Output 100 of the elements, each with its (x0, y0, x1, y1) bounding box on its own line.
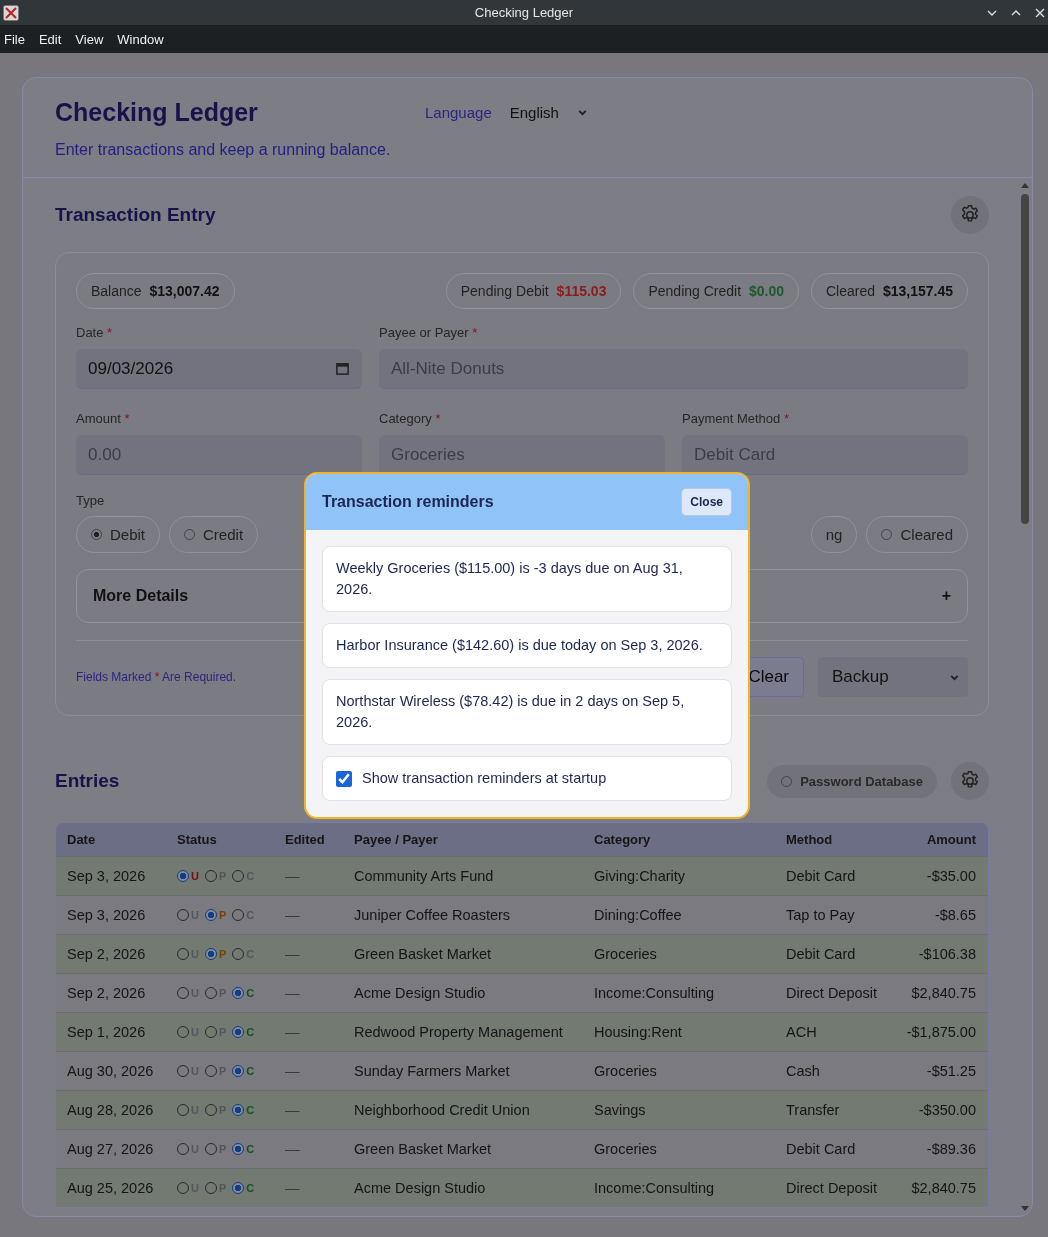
table-cell-text: Sep 2, 2026 (66, 946, 147, 962)
language-label: Language (425, 104, 492, 121)
menu-item[interactable]: Window (117, 31, 164, 47)
table-cell-text: Aug 27, 2026 (66, 1141, 155, 1157)
table-cell-text: Giving:Charity (593, 868, 687, 884)
field-label: Type (76, 493, 105, 508)
window-title: Checking Ledger (474, 5, 574, 20)
table-cell-text: Transfer (785, 1102, 841, 1118)
field-label: Amount * (76, 411, 131, 426)
table-cell-text: Direct Deposit (785, 1180, 879, 1196)
table-cell-text: Acme Design Studio (353, 985, 487, 1001)
close-button[interactable]: Close (681, 488, 732, 516)
arrow-down-icon[interactable] (1021, 1206, 1029, 1212)
table-cell-text: — (284, 907, 301, 923)
table-cell-text: Juniper Coffee Roasters (353, 907, 512, 923)
table-cell-text: Income:Consulting (593, 1180, 716, 1196)
table-cell-text: Acme Design Studio (353, 1180, 487, 1196)
table-cell-text: Redwood Property Management (353, 1024, 564, 1040)
column-header[interactable]: Date (56, 832, 166, 847)
table-cell-text: Debit Card (785, 1141, 857, 1157)
status-radio[interactable] (177, 870, 189, 882)
menu-item[interactable]: File (4, 31, 25, 47)
table-cell-text: Income:Consulting (593, 985, 716, 1001)
status-letter: C (246, 1065, 255, 1077)
radio-option[interactable]: Password Database (767, 764, 937, 798)
menu-item[interactable]: Edit (38, 31, 62, 47)
settings-button[interactable] (951, 762, 989, 800)
input-field[interactable]: Debit Card (682, 435, 968, 475)
table-cell-text: ACH (785, 1024, 818, 1040)
startup-checkbox-row[interactable]: Show transaction reminders at startup (322, 756, 732, 801)
table-cell-text: Sep 2, 2026 (66, 985, 147, 1001)
close-icon[interactable] (1034, 6, 1046, 19)
column-header[interactable]: Edited (274, 832, 343, 847)
status-radio[interactable] (232, 1065, 245, 1077)
page-subtitle: Enter transactions and keep a running balance. (55, 141, 392, 159)
table-cell-text: Sep 1, 2026 (66, 1024, 147, 1040)
table-cell-text: — (284, 1024, 301, 1040)
table-cell-text: Sep 3, 2026 (66, 868, 147, 884)
reminder-message: Harbor Insurance ($142.60) is due today on Sep 3, 2026. (322, 623, 732, 668)
reminder-message: Weekly Groceries ($115.00) is -3 days due on Aug 31, 2026. (322, 546, 732, 612)
table-cell-text: Savings (593, 1102, 647, 1118)
status-radio[interactable] (232, 1143, 245, 1155)
status-letter: U (191, 870, 199, 882)
calendar-icon (335, 361, 350, 376)
status-letter: C (246, 1104, 255, 1116)
arrow-up-icon[interactable] (1021, 182, 1029, 188)
table-cell-text: Neighborhood Credit Union (353, 1102, 531, 1118)
table-cell-text: Dining:Coffee (593, 907, 683, 923)
checkbox[interactable] (336, 770, 352, 787)
status-radio[interactable] (204, 909, 217, 921)
table-cell-text: — (284, 946, 301, 962)
table-cell-text: -$106.38 (917, 946, 977, 962)
table-cell-text: -$89.36 (925, 1141, 977, 1157)
section-title: Transaction Entry (55, 204, 216, 226)
settings-button[interactable] (951, 196, 989, 234)
table-cell-text: Tap to Pay (785, 907, 856, 923)
table-cell-text: — (284, 1180, 301, 1196)
backup-select[interactable]: Backup (818, 657, 968, 697)
language-select[interactable]: English (503, 101, 594, 124)
table-cell-text: Groceries (593, 1063, 658, 1079)
table-cell-text: — (284, 985, 301, 1001)
table-cell-text: — (284, 1102, 301, 1118)
field-label: Category * (379, 411, 442, 426)
table-cell-text: -$350.00 (917, 1102, 977, 1118)
reminder-message: Northstar Wireless ($78.42) is due in 2 days on Sep 5, 2026. (322, 679, 732, 745)
table-cell-text: — (284, 868, 301, 884)
table-cell-text: Direct Deposit (785, 985, 879, 1001)
status-radio[interactable] (232, 987, 245, 999)
table-cell-text: Debit Card (785, 946, 857, 962)
table-cell-text: Housing:Rent (593, 1024, 683, 1040)
table-cell-text: -$51.25 (925, 1063, 977, 1079)
status-letter: C (246, 1143, 255, 1155)
page-title: Checking Ledger (55, 98, 259, 127)
input-field[interactable]: Groceries (379, 435, 665, 475)
dialog-title: Transaction reminders (322, 493, 494, 511)
status-letter: C (246, 987, 255, 999)
table-cell-text: — (284, 1063, 301, 1079)
table-cell-text: Aug 30, 2026 (66, 1063, 155, 1079)
column-header[interactable]: Category (583, 832, 775, 847)
status-radio[interactable] (232, 1026, 245, 1038)
date-field[interactable]: 09/03/2026 (76, 349, 362, 389)
column-header[interactable]: Amount (895, 832, 988, 847)
section-title: Entries (55, 770, 120, 792)
status-letter: P (218, 948, 227, 960)
table-cell-text: — (284, 1141, 301, 1157)
table-cell-text: -$1,875.00 (905, 1024, 977, 1040)
table-cell-text: $2,840.75 (910, 1180, 977, 1196)
table-cell-text: Aug 28, 2026 (66, 1102, 155, 1118)
table-cell-text: -$8.65 (933, 907, 977, 923)
input-field[interactable]: All-Nite Donuts (379, 349, 968, 389)
column-header[interactable]: Payee / Payer (343, 832, 583, 847)
status-radio[interactable] (232, 1182, 245, 1194)
menu-item[interactable]: View (75, 31, 104, 47)
table-cell-text: Green Basket Market (353, 1141, 492, 1157)
input-field[interactable]: 0.00 (76, 435, 362, 475)
column-header[interactable]: Status (166, 832, 274, 847)
table-cell-text: Aug 25, 2026 (66, 1180, 155, 1196)
status-radio[interactable] (232, 1104, 245, 1116)
column-header[interactable]: Method (775, 832, 895, 847)
status-radio[interactable] (204, 948, 217, 960)
